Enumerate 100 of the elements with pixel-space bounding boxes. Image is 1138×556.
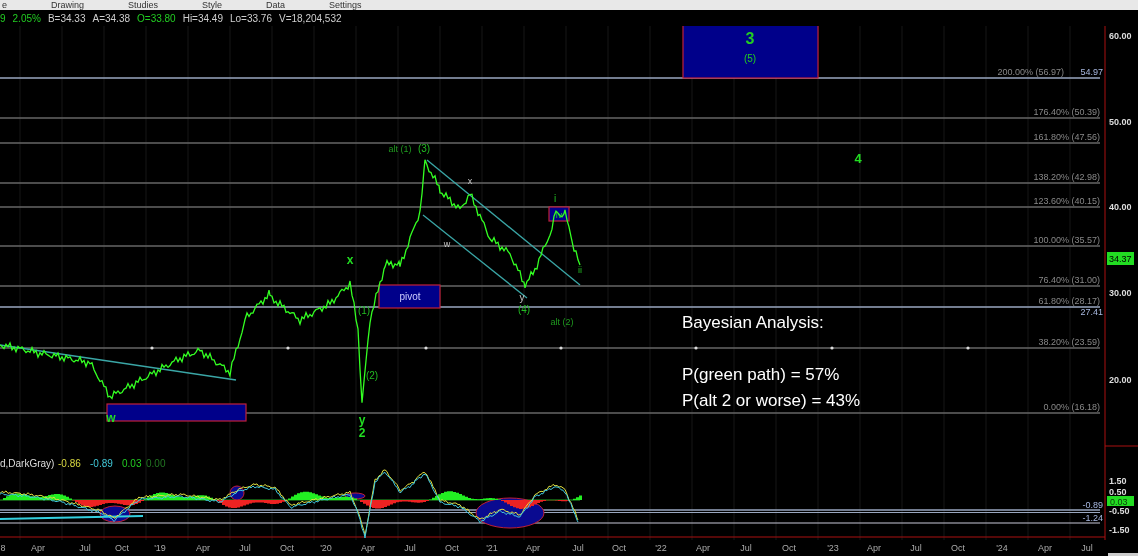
year-marker-dot xyxy=(559,346,563,350)
wave-label: y xyxy=(358,413,366,427)
wave-label: (1) xyxy=(357,305,371,316)
price-axis-label: 60.00 xyxy=(1109,31,1132,41)
last-value-tag: 0.03 xyxy=(1107,496,1134,507)
time-axis-label: Jul xyxy=(79,543,91,553)
wave-label: w xyxy=(443,239,451,249)
year-marker-dot xyxy=(286,346,290,350)
time-axis-label: Apr xyxy=(867,543,881,553)
time-axis-label: Apr xyxy=(1038,543,1052,553)
fib-level-label: 0.00% (16.18) xyxy=(1043,402,1100,412)
quote-value: B=34.33 xyxy=(47,12,86,24)
year-marker-dot xyxy=(150,346,154,350)
fib-level-label: 123.60% (40.15) xyxy=(1033,196,1100,206)
toolbar-menu[interactable]: Data xyxy=(266,0,286,10)
time-axis-label: Apr xyxy=(196,543,210,553)
last-price-tag: 34.37 xyxy=(1107,252,1134,265)
wave-label: (2) xyxy=(365,370,379,381)
time-axis-label: '22 xyxy=(655,543,667,553)
quote-value: Hi=34.49 xyxy=(182,12,223,24)
indicator-axis-label: 0.50 xyxy=(1109,487,1127,497)
time-axis-label: '20 xyxy=(320,543,332,553)
time-axis-label: Oct xyxy=(445,543,459,553)
wave-label: 2 xyxy=(358,426,366,440)
quote-value: 9 xyxy=(0,12,6,24)
wave-label: y xyxy=(519,292,525,303)
price-axis-label: 50.00 xyxy=(1109,117,1132,127)
time-axis-label: '21 xyxy=(486,543,498,553)
indicator-legend-value: -0.86 xyxy=(58,458,81,469)
fib-level-label: 61.80% (28.17) xyxy=(1038,296,1100,306)
wave-label: x xyxy=(467,176,473,186)
zone-label: pivot xyxy=(399,291,421,302)
wave-label: 4 xyxy=(854,151,862,166)
wave-label: ii xyxy=(578,265,582,275)
wave-label: alt (1) xyxy=(388,144,412,154)
price-axis-label: 20.00 xyxy=(1109,375,1132,385)
fib-level-label: 200.00% (56.97) xyxy=(997,67,1064,77)
fib-level-label: 76.40% (31.00) xyxy=(1038,275,1100,285)
toolbar-menu[interactable]: Settings xyxy=(329,0,362,10)
time-axis-label: '23 xyxy=(827,543,839,553)
time-axis-label: Jul xyxy=(1081,543,1093,553)
quote-value: Lo=33.76 xyxy=(230,12,272,24)
fib-level-label: 100.00% (35.57) xyxy=(1033,235,1100,245)
wave-label: x xyxy=(346,253,354,267)
time-axis-label: Jul xyxy=(239,543,251,553)
quote-value: V=18,204,532 xyxy=(279,12,342,24)
wave-label: (3) xyxy=(417,143,431,154)
fib-level-label: 161.80% (47.56) xyxy=(1033,132,1100,142)
probability-text: P(green path) = 57% xyxy=(682,365,840,384)
zone-box xyxy=(378,284,441,309)
time-axis-label: Jul xyxy=(740,543,752,553)
indicator-marker: -0.89 xyxy=(1082,500,1103,510)
fib-level-label: 138.20% (42.98) xyxy=(1033,172,1100,182)
time-axis-label: Oct xyxy=(951,543,965,553)
indicator-axis-label: -1.50 xyxy=(1109,525,1130,535)
fib-level-label: 38.20% (23.59) xyxy=(1038,337,1100,347)
quote-value: O=33.80 xyxy=(137,12,176,24)
year-marker-dot xyxy=(424,346,428,350)
time-axis-label: Oct xyxy=(115,543,129,553)
indicator-legend-value: 0.00 xyxy=(146,458,166,469)
year-marker-dot xyxy=(966,346,970,350)
time-axis-label: Apr xyxy=(361,543,375,553)
indicator-axis-label: 1.50 xyxy=(1109,476,1127,486)
year-marker-dot xyxy=(694,346,698,350)
toolbar-menu[interactable]: e xyxy=(2,0,7,10)
price-axis-label: 30.00 xyxy=(1109,288,1132,298)
time-axis-label: Oct xyxy=(280,543,294,553)
year-marker-dot xyxy=(830,346,834,350)
time-axis-label: Apr xyxy=(31,543,45,553)
quote-value: 2.05% xyxy=(12,12,41,24)
time-axis-label: Jul xyxy=(572,543,584,553)
price-marker: 54.97 xyxy=(1080,67,1103,77)
time-axis-label: '24 xyxy=(996,543,1008,553)
price-axis-label: 40.00 xyxy=(1109,202,1132,212)
wave-label: i xyxy=(553,193,557,204)
toolbar-menu[interactable]: Drawing xyxy=(51,0,85,10)
time-axis-label: Oct xyxy=(612,543,626,553)
fib-level-label: 176.40% (50.39) xyxy=(1033,107,1100,117)
price-marker: 27.41 xyxy=(1080,307,1103,317)
wave-label: alt (2) xyxy=(550,317,574,327)
zone-label: (5) xyxy=(743,53,757,64)
analysis-title: Bayesian Analysis: xyxy=(682,313,824,332)
indicator-axis-label: -0.50 xyxy=(1109,506,1130,516)
wave-label: w xyxy=(106,411,116,425)
indicator-legend-value: 0.03 xyxy=(122,458,142,469)
quote-value: A=34.38 xyxy=(92,12,130,24)
zone-label: 3 xyxy=(745,30,755,47)
scrollbar[interactable] xyxy=(1108,553,1138,556)
indicator-legend-value: -0.89 xyxy=(90,458,113,469)
toolbar-menu[interactable]: Studies xyxy=(128,0,159,10)
time-axis-label: Apr xyxy=(696,543,710,553)
time-axis-label: Oct xyxy=(782,543,796,553)
time-axis-label: Apr xyxy=(526,543,540,553)
probability-text: P(alt 2 or worse) = 43% xyxy=(682,391,861,410)
indicator-legend-value: d,DarkGray) xyxy=(0,458,55,469)
time-axis-label: '19 xyxy=(154,543,166,553)
time-axis-label: 8 xyxy=(0,543,6,553)
indicator-marker: -1.24 xyxy=(1082,513,1103,523)
toolbar-menu[interactable]: Style xyxy=(202,0,223,10)
time-axis-label: Jul xyxy=(404,543,416,553)
